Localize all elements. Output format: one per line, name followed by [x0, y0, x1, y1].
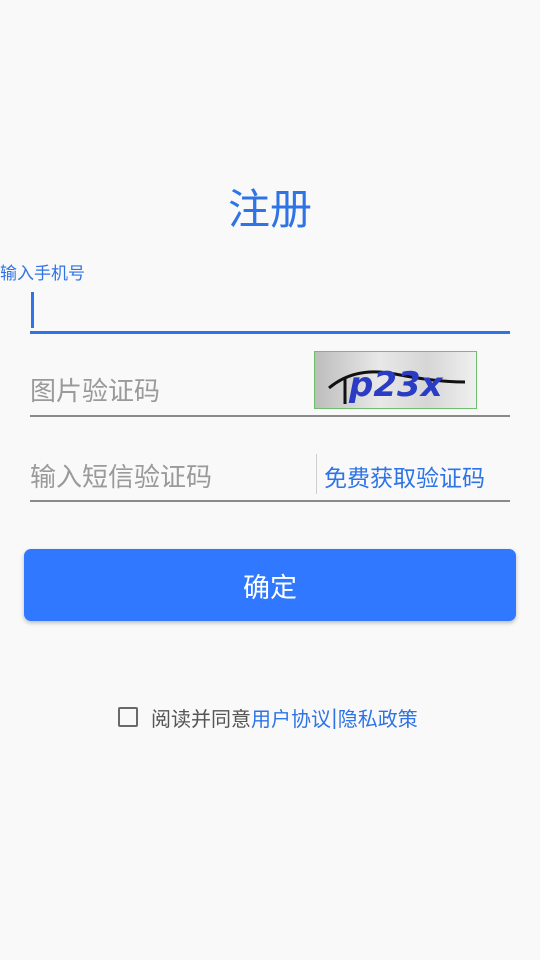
agreement-text: 阅读并同意	[151, 706, 251, 731]
privacy-policy-link[interactable]: 隐私政策	[338, 703, 418, 732]
captcha-text: p23x	[348, 365, 444, 405]
sms-divider	[316, 454, 317, 494]
phone-field-label: 输入手机号	[0, 264, 85, 284]
sms-field: 免费获取验证码	[30, 452, 510, 502]
sms-code-input[interactable]	[30, 458, 300, 498]
agreement-separator: |	[331, 705, 338, 729]
captcha-input[interactable]	[30, 372, 300, 412]
captcha-field: p23x	[30, 351, 510, 417]
text-caret	[31, 292, 34, 328]
user-agreement-link[interactable]: 用户协议	[251, 703, 331, 732]
page-title: 注册	[227, 185, 312, 234]
agree-checkbox[interactable]	[118, 707, 138, 727]
phone-input[interactable]	[30, 288, 510, 318]
captcha-image[interactable]: p23x	[314, 351, 477, 409]
confirm-button[interactable]: 确定	[24, 549, 516, 621]
agreement-row: 阅读并同意 用户协议 | 隐私政策	[118, 703, 418, 731]
get-sms-code-button[interactable]: 免费获取验证码	[324, 459, 485, 493]
phone-field[interactable]	[30, 288, 510, 334]
register-screen: 注册 输入手机号 p23x 免费获取验证码 确定 阅读并同意 用户协议 | 隐私…	[0, 0, 540, 960]
